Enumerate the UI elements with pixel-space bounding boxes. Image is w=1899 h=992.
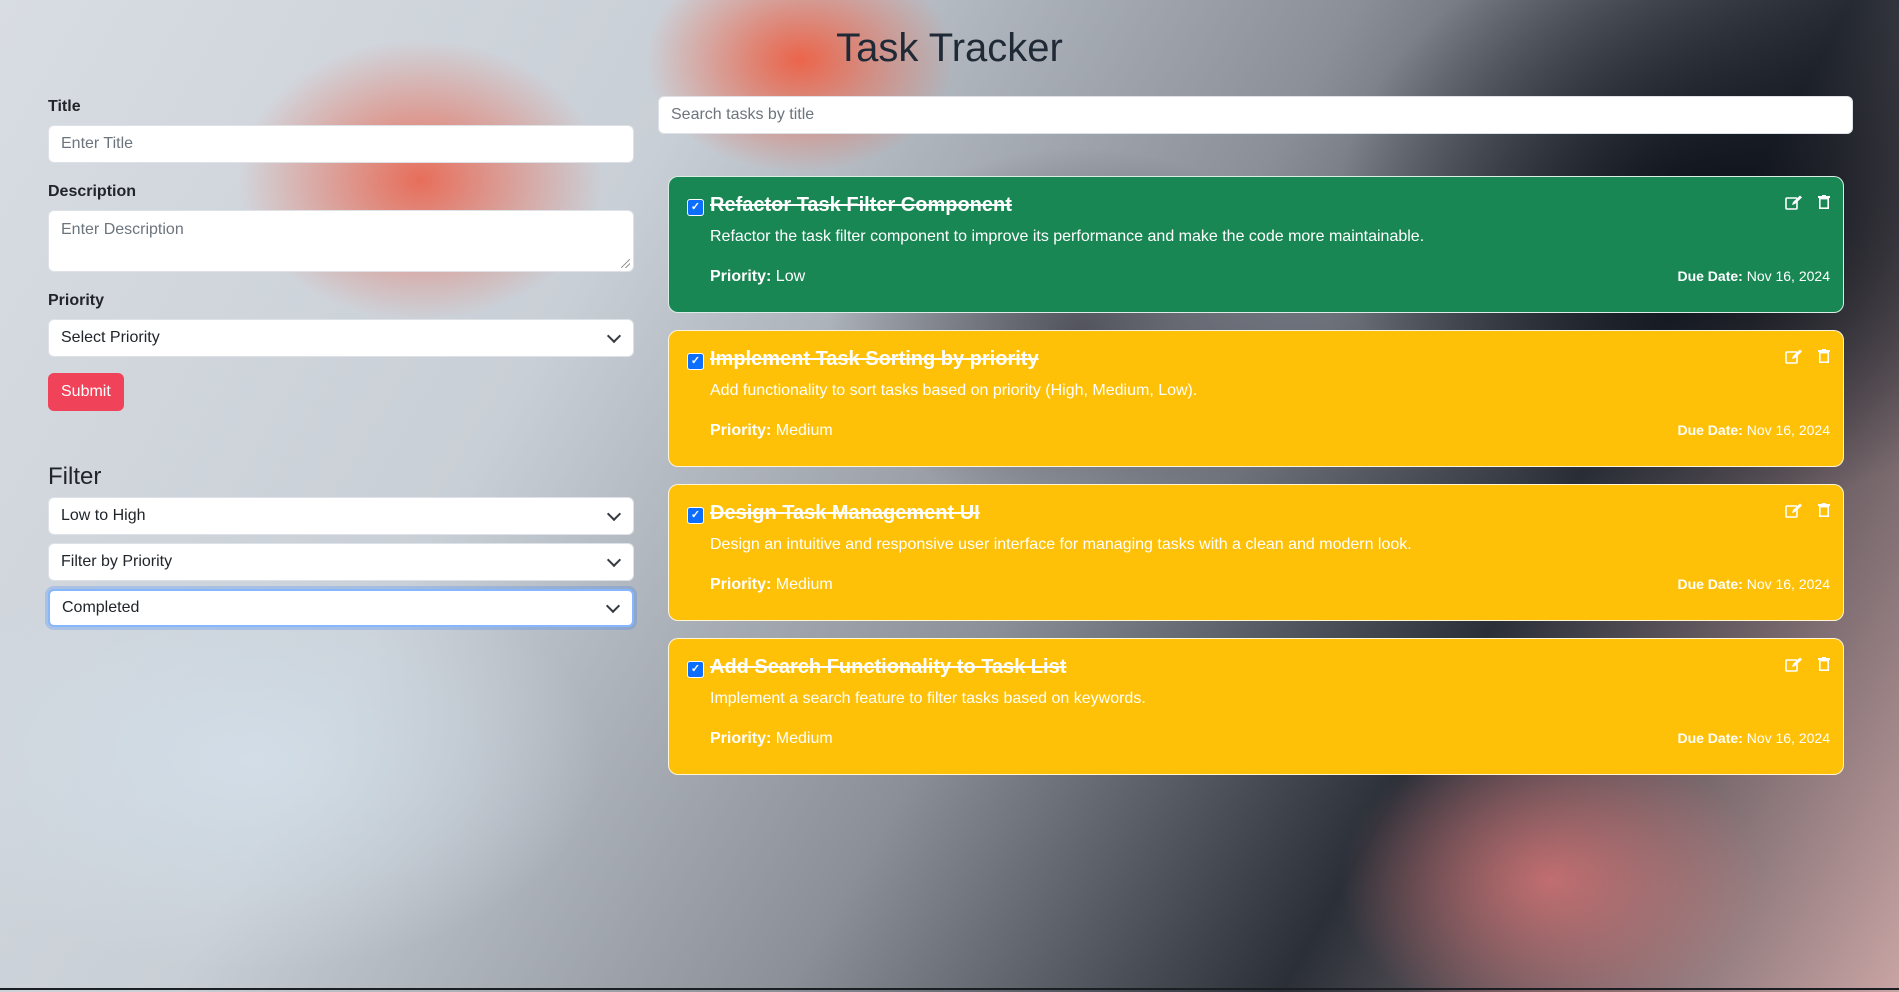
due-date-label: Due Date: [1677, 268, 1743, 284]
task-card: ✓ Implement Task Sorting by priority Add f… [668, 330, 1844, 467]
due-date-label: Due Date: [1677, 422, 1743, 438]
chevron-down-icon [606, 552, 622, 568]
chevron-down-icon [606, 506, 622, 522]
task-priority: Priority: Low [710, 268, 805, 286]
task-card: ✓ Add Search Functionality to Task List Im… [668, 638, 1844, 775]
due-date-value: Nov 16, 2024 [1746, 268, 1830, 284]
resize-grip-icon[interactable] [621, 259, 630, 268]
divider [0, 988, 1899, 990]
task-due-date: Due Date: Nov 16, 2024 [1677, 576, 1830, 592]
edit-icon[interactable] [1785, 195, 1803, 211]
checkbox-checked-icon[interactable]: ✓ [687, 661, 704, 678]
checkbox-checked-icon[interactable]: ✓ [687, 353, 704, 370]
sort-select[interactable]: Low to High [48, 497, 634, 535]
priority-value: Medium [775, 576, 833, 593]
status-filter-select[interactable]: Completed [48, 589, 634, 627]
title-input[interactable]: Enter Title [48, 125, 634, 163]
app-title: Task Tracker [836, 26, 1063, 70]
checkbox-checked-icon[interactable]: ✓ [687, 507, 704, 524]
description-label: Description [48, 183, 137, 200]
task-priority: Priority: Medium [710, 422, 833, 440]
title-label: Title [48, 98, 81, 115]
trash-icon[interactable] [1818, 503, 1830, 517]
task-due-date: Due Date: Nov 16, 2024 [1677, 268, 1830, 284]
due-date-label: Due Date: [1677, 576, 1743, 592]
due-date-label: Due Date: [1677, 730, 1743, 746]
chevron-down-icon [606, 328, 622, 344]
priority-label: Priority: [710, 422, 772, 439]
trash-icon[interactable] [1818, 195, 1830, 209]
status-filter-value: Completed [62, 599, 140, 616]
priority-value: Medium [775, 730, 833, 747]
description-textarea[interactable]: Enter Description [48, 210, 634, 272]
task-list: ✓ Refactor Task Filter Component Refactor … [668, 176, 1844, 792]
priority-label: Priority: [710, 730, 772, 747]
task-due-date: Due Date: Nov 16, 2024 [1677, 730, 1830, 746]
task-title: Refactor Task Filter Component [710, 194, 1012, 216]
due-date-value: Nov 16, 2024 [1746, 730, 1830, 746]
due-date-value: Nov 16, 2024 [1746, 576, 1830, 592]
task-title: Implement Task Sorting by priority [710, 348, 1039, 370]
priority-label: Priority: [710, 268, 772, 285]
task-description: Implement a search feature to filter tas… [710, 690, 1146, 707]
edit-icon[interactable] [1785, 657, 1803, 673]
submit-button[interactable]: Submit [48, 373, 124, 411]
due-date-value: Nov 16, 2024 [1746, 422, 1830, 438]
priority-label: Priority [48, 292, 105, 309]
checkbox-checked-icon[interactable]: ✓ [687, 199, 704, 216]
edit-icon[interactable] [1785, 503, 1803, 519]
filter-heading: Filter [48, 463, 102, 490]
trash-icon[interactable] [1818, 349, 1830, 363]
task-description: Add functionality to sort tasks based on… [710, 382, 1198, 399]
task-due-date: Due Date: Nov 16, 2024 [1677, 422, 1830, 438]
chevron-down-icon [605, 598, 621, 614]
description-placeholder: Enter Description [61, 221, 184, 238]
sort-select-value: Low to High [61, 507, 146, 524]
task-priority: Priority: Medium [710, 576, 833, 594]
edit-icon[interactable] [1785, 349, 1803, 365]
priority-select[interactable]: Select Priority [48, 319, 634, 357]
task-card: ✓ Design Task Management UI Design an intu… [668, 484, 1844, 621]
task-description: Refactor the task filter component to im… [710, 228, 1425, 245]
search-input[interactable]: Search tasks by title [658, 96, 1853, 134]
trash-icon[interactable] [1818, 657, 1830, 671]
task-priority: Priority: Medium [710, 730, 833, 748]
priority-value: Low [775, 268, 806, 285]
priority-label: Priority: [710, 576, 772, 593]
task-title: Design Task Management UI [710, 502, 980, 524]
task-title: Add Search Functionality to Task List [710, 656, 1067, 678]
priority-select-value: Select Priority [61, 329, 160, 346]
priority-value: Medium [775, 422, 833, 439]
task-form: Title Enter Title Description Enter Desc… [48, 98, 634, 627]
task-card: ✓ Refactor Task Filter Component Refactor … [668, 176, 1844, 313]
priority-filter-value: Filter by Priority [61, 553, 173, 570]
task-description: Design an intuitive and responsive user … [710, 536, 1412, 553]
priority-filter-select[interactable]: Filter by Priority [48, 543, 634, 581]
